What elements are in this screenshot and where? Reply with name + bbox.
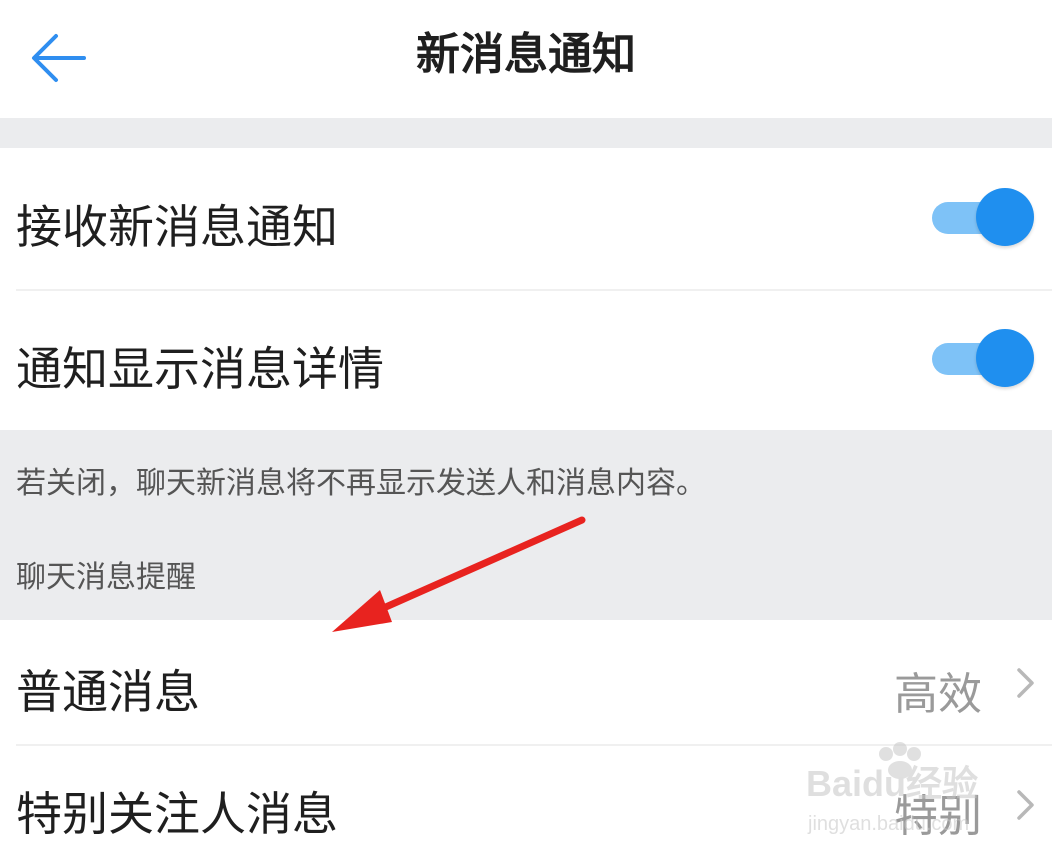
section-title: 聊天消息提醒: [16, 560, 196, 595]
list-item-normal-messages[interactable]: 普通消息 高效: [0, 620, 1052, 744]
show-details-label: 通知显示消息详情: [16, 342, 384, 396]
section-gap: [0, 118, 1052, 148]
toggle-knob: [976, 329, 1034, 387]
list-item-special-messages[interactable]: 特别关注人消息 特别: [0, 746, 1052, 852]
page-title: 新消息通知: [416, 29, 636, 80]
chevron-right-icon: [1017, 668, 1034, 698]
list-item-value: 高效: [894, 669, 982, 720]
receive-notifications-toggle[interactable]: [932, 188, 1034, 248]
receive-notifications-label: 接收新消息通知: [16, 200, 338, 254]
toggle-knob: [976, 188, 1034, 246]
show-details-row[interactable]: 通知显示消息详情: [0, 291, 1052, 430]
list-item-label: 普通消息: [16, 665, 200, 719]
chevron-right-icon: [1017, 790, 1034, 820]
show-details-toggle[interactable]: [932, 329, 1034, 389]
list-item-value: 特别: [894, 791, 982, 842]
hint-text: 若关闭，聊天新消息将不再显示发送人和消息内容。: [16, 466, 706, 501]
header: 新消息通知: [0, 0, 1052, 118]
list-item-label: 特别关注人消息: [16, 787, 338, 841]
receive-notifications-row[interactable]: 接收新消息通知: [0, 148, 1052, 289]
